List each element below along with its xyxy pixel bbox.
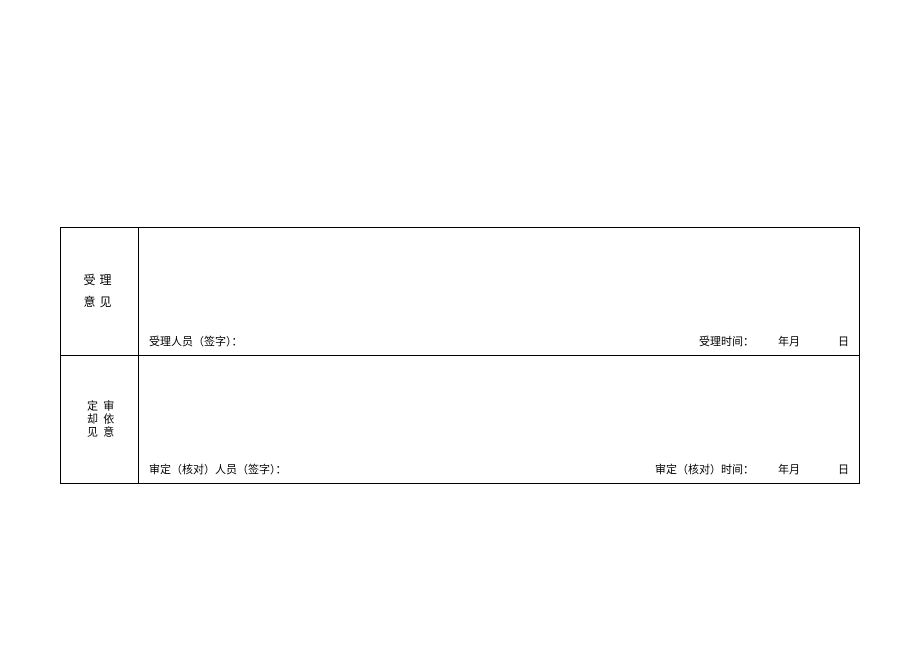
row2-time-block: 审定（核对）时间： 年月 日 (655, 461, 849, 477)
row2-date-ym: 年月 (778, 461, 800, 477)
row2-signature-line: 审定（核对）人员（签字）： 审定（核对）时间： 年月 日 (149, 461, 849, 477)
row1-date-ym: 年月 (778, 333, 800, 349)
row2-label: 定却见 审依意 (61, 356, 138, 483)
row1-label-cell: 受理 意见 (61, 228, 139, 356)
row1-time-label: 受理时间： (699, 333, 754, 349)
row1-content-cell: 受理人员（签字）： 受理时间： 年月 日 (139, 228, 860, 356)
row1-label-line2: 意见 (83, 292, 115, 314)
row2-content-cell: 审定（核对）人员（签字）： 审定（核对）时间： 年月 日 (139, 356, 860, 484)
row2-label-cell: 定却见 审依意 (61, 356, 139, 484)
row1-signature-line: 受理人员（签字）： 受理时间： 年月 日 (149, 333, 849, 349)
table-row: 受理 意见 受理人员（签字）： 受理时间： 年月 日 (61, 228, 860, 356)
row1-label: 受理 意见 (61, 228, 138, 355)
row2-label-col1: 定却见 (84, 400, 98, 439)
row1-date-d: 日 (838, 333, 849, 349)
row1-signer-label: 受理人员（签字）： (149, 333, 243, 349)
row1-label-line1: 受理 (83, 270, 115, 292)
row2-time-label: 审定（核对）时间： (655, 461, 754, 477)
row2-signer-label: 审定（核对）人员（签字）： (149, 461, 287, 477)
table-row: 定却见 审依意 审定（核对）人员（签字）： 审定（核对）时间： 年月 日 (61, 356, 860, 484)
row2-label-col2: 审依意 (101, 400, 115, 439)
row2-date-d: 日 (838, 461, 849, 477)
row1-time-block: 受理时间： 年月 日 (699, 333, 849, 349)
approval-form-table: 受理 意见 受理人员（签字）： 受理时间： 年月 日 定却见 审依意 (60, 227, 860, 484)
